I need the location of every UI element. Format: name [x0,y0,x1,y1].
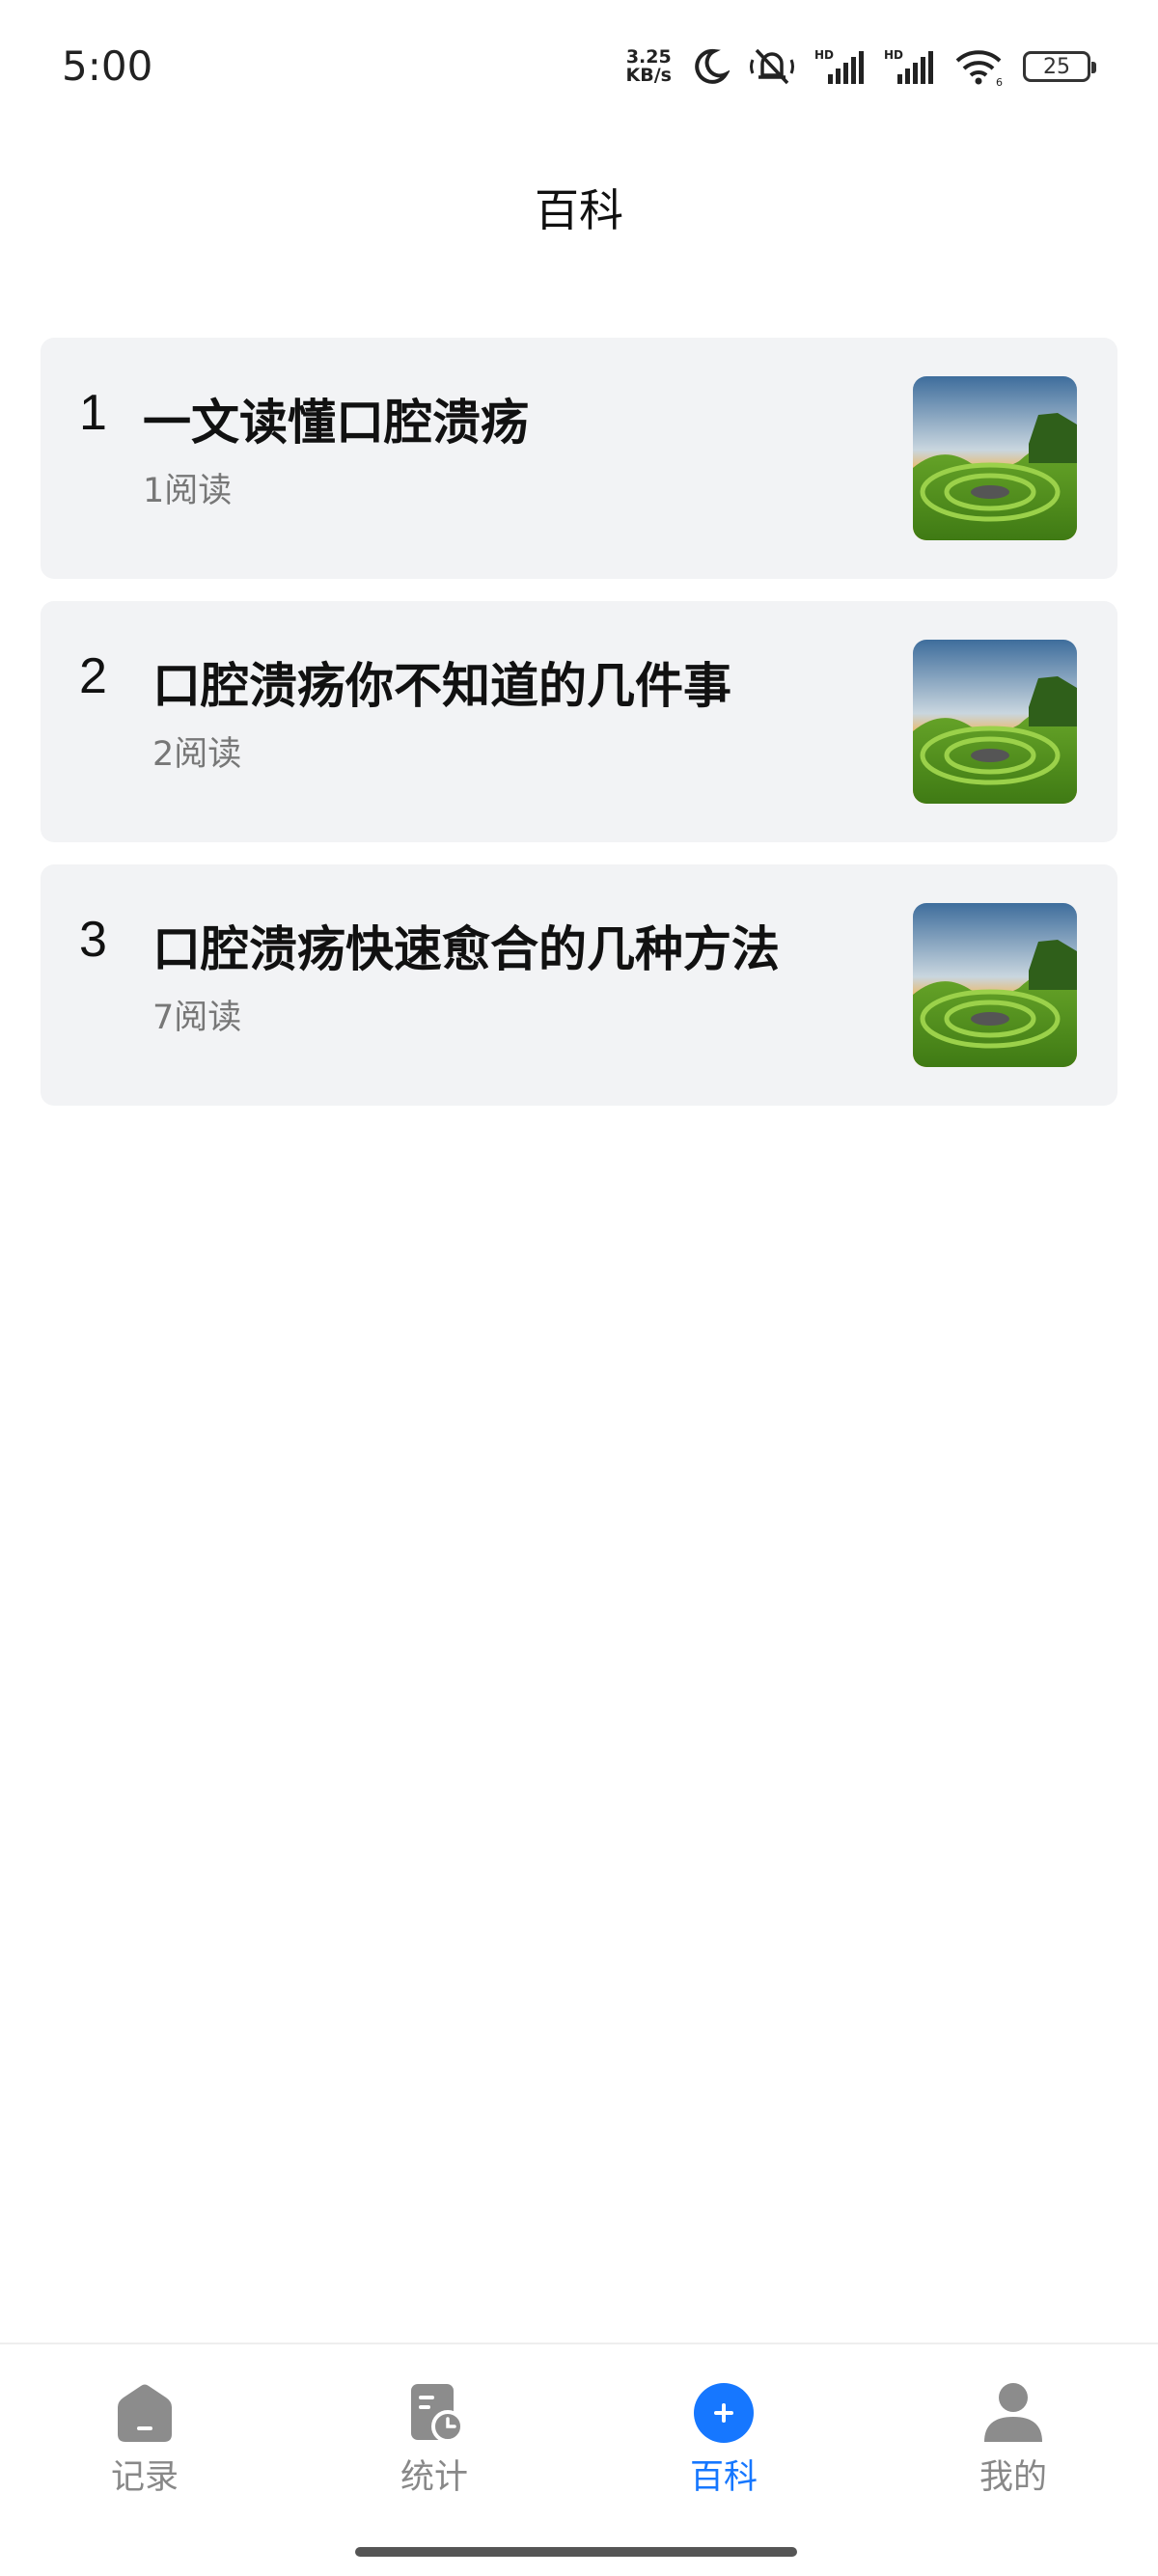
signal-hd-icon: HD [814,47,865,86]
article-title: 一文读懂口腔溃疡 [143,395,529,451]
article-card-3[interactable]: 3 口腔溃疡快速愈合的几种方法 7阅读 [41,864,1117,1106]
article-index: 1 [79,385,107,441]
tab-encyclopedia[interactable]: 百科 [579,2344,868,2499]
article-index: 3 [79,912,107,968]
article-list: 1 一文读懂口腔溃疡 1阅读 2 口腔溃疡你不知道的几件事 2阅读 3 口腔溃疡… [41,338,1117,1128]
article-card-2[interactable]: 2 口腔溃疡你不知道的几件事 2阅读 [41,601,1117,842]
article-title: 口腔溃疡快速愈合的几种方法 [152,921,780,977]
status-icons: 3.25 KB/s HD HD 6 25 [626,42,1096,91]
moon-icon [691,47,730,86]
user-icon [980,2381,1046,2444]
tab-stats[interactable]: 统计 [290,2344,579,2499]
svg-text:6: 6 [996,76,1003,86]
tab-record[interactable]: 记录 [0,2344,290,2499]
page-title: 百科 [535,184,623,236]
plus-circle-icon [691,2381,757,2444]
status-bar: 5:00 3.25 KB/s HD HD 6 25 [0,0,1158,135]
stats-clock-icon [401,2381,467,2444]
bottom-tab-bar: 记录 统计 百科 我的 [0,2343,1158,2576]
article-read-count: 7阅读 [152,999,242,1037]
article-read-count: 2阅读 [152,735,242,774]
mute-icon [749,46,795,87]
article-title: 口腔溃疡你不知道的几件事 [152,658,731,714]
network-speed: 3.25 KB/s [626,48,672,85]
wifi-icon: 6 [953,47,1004,86]
article-card-1[interactable]: 1 一文读懂口腔溃疡 1阅读 [41,338,1117,579]
signal-hd-icon: HD [884,47,934,86]
article-thumbnail [913,640,1077,804]
tab-mine[interactable]: 我的 [868,2344,1158,2499]
page-header: 百科 [0,164,1158,251]
tab-label: 统计 [400,2458,468,2497]
network-speed-unit: KB/s [625,65,672,86]
battery-icon: 25 [1023,51,1096,82]
status-time: 5:00 [62,42,153,90]
house-icon [112,2381,178,2444]
home-indicator[interactable] [355,2547,797,2557]
svg-text:HD: HD [814,48,834,62]
tab-label: 记录 [110,2458,179,2497]
article-read-count: 1阅读 [143,472,233,510]
article-thumbnail [913,376,1077,540]
article-thumbnail [913,903,1077,1067]
svg-text:HD: HD [884,48,903,62]
tab-label: 百科 [689,2458,758,2497]
article-index: 2 [79,648,107,704]
tab-label: 我的 [979,2458,1047,2497]
